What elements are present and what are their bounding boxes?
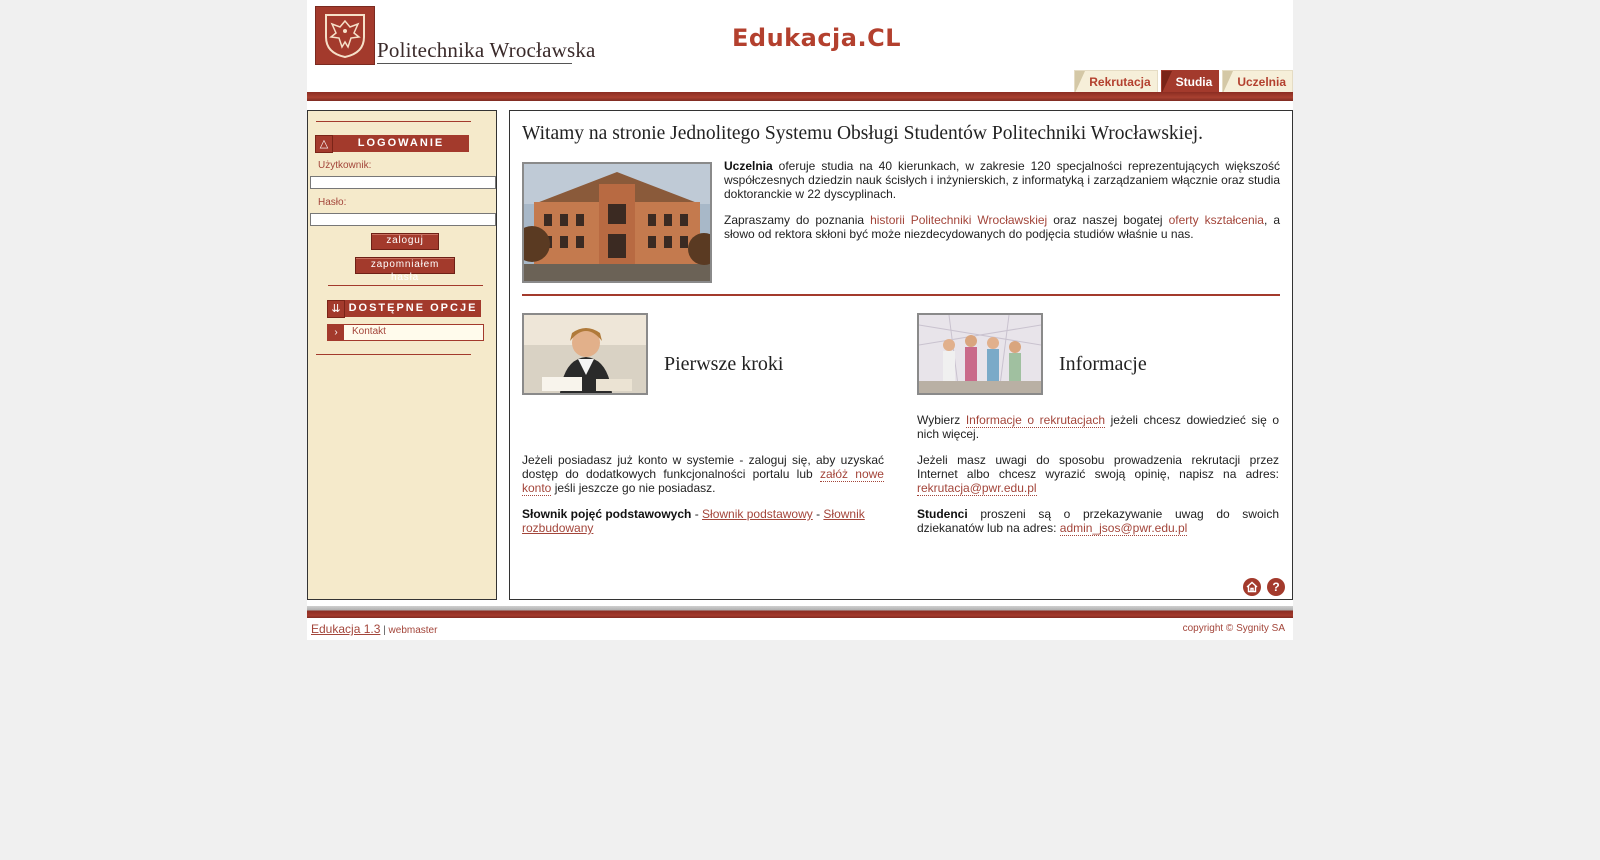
university-logo[interactable] [315,6,375,65]
admin-email-link[interactable]: admin_jsos@pwr.edu.pl [1059,521,1188,536]
webmaster-link[interactable]: webmaster [389,625,438,636]
sidebar-item-kontakt[interactable]: › Kontakt [327,324,484,341]
user-icon: △ [315,135,333,153]
chevron-right-icon: › [328,325,344,340]
intro-bold: Uczelnia [724,159,773,173]
sidebar-divider [316,354,471,355]
glossary-separator: - [812,507,824,521]
footer-separator: | [380,625,389,636]
main-tabs: Rekrutacja Studia Uczelnia [1074,70,1293,93]
username-label: Użytkownik: [318,160,372,171]
students-paragraph: Studenci proszeni są o przekazywanie uwa… [917,507,1279,536]
help-icon[interactable]: ? [1267,578,1285,596]
recruitment-info-paragraph: Wybierz Informacje o rekrutacjach jeżeli… [917,413,1279,441]
intro-paragraph: Uczelnia oferuje studia na 40 kierunkach… [724,159,1280,201]
invite-paragraph: Zapraszamy do poznania historii Politech… [724,213,1280,241]
info-title: Informacje [1059,353,1147,375]
students-bold: Studenci [917,507,968,521]
glossary-paragraph: Słownik pojęć podstawowych - Słownik pod… [522,507,884,535]
university-name-underline [377,63,572,64]
page-container: Politechnika Wrocławska Edukacja.CL Rekr… [307,0,1293,640]
login-button[interactable]: zaloguj [371,233,439,250]
main-content: Witamy na stronie Jednolitego Systemu Ob… [509,110,1293,600]
invite-mid: oraz naszej bogatej [1047,213,1169,227]
university-building-photo [522,162,712,283]
sidebar-divider [328,285,483,286]
invite-pre: Zapraszamy do poznania [724,213,871,227]
password-label: Hasło: [318,197,347,208]
feedback-text: Jeżeli masz uwagi do sposobu prowadzenia… [917,453,1279,481]
recruitment-info-link[interactable]: Informacje o rekrutacjach [965,413,1106,428]
app-version-link[interactable]: Edukacja 1.3 [311,622,380,636]
students-group-photo [917,313,1043,395]
sidebar-item-label: Kontakt [352,326,386,337]
tab-studia[interactable]: Studia [1160,70,1220,93]
glossary-separator: - [691,507,703,521]
sidebar-divider [316,121,471,122]
password-input[interactable] [310,213,496,226]
first-steps-title: Pierwsze kroki [664,353,784,375]
student-photo [522,313,648,395]
basic-glossary-link[interactable]: Słownik podstawowy [702,507,813,521]
education-offer-link[interactable]: oferty kształcenia [1169,213,1264,227]
tab-uczelnia[interactable]: Uczelnia [1222,70,1293,93]
first-steps-post: jeśli jeszcze go nie posiadasz. [551,481,716,495]
history-link[interactable]: historii Politechniki Wrocławskiej [870,213,1047,227]
header-divider-bar [307,92,1293,101]
login-header: LOGOWANIE [333,135,469,152]
section-divider [522,294,1280,296]
intro-text: oferuje studia na 40 kierunkach, w zakre… [724,159,1280,201]
footer-left: Edukacja 1.3 | webmaster [311,622,437,636]
page-title: Witamy na stronie Jednolitego Systemu Ob… [522,123,1204,144]
info-text: Wybierz [917,413,966,427]
first-steps-paragraph: Jeżeli posiadasz już konto w systemie - … [522,453,884,496]
brand-title: Edukacja.CL [732,24,901,52]
glossary-title: Słownik pojęć podstawowych [522,507,692,521]
copyright-text[interactable]: copyright © Sygnity SA [1183,623,1285,634]
sidebar: △ LOGOWANIE Użytkownik: Hasło: zaloguj z… [307,110,497,600]
eagle-emblem-icon [325,14,365,59]
double-chevron-down-icon: ⇊ [327,300,345,318]
home-icon[interactable] [1243,578,1261,596]
username-input[interactable] [310,176,496,189]
forgot-password-button[interactable]: zapomniałem hasła [355,257,455,283]
feedback-paragraph: Jeżeli masz uwagi do sposobu prowadzenia… [917,453,1279,496]
tab-rekrutacja[interactable]: Rekrutacja [1074,70,1158,93]
footer-divider-bar [307,606,1293,618]
university-name: Politechnika Wrocławska [377,38,596,62]
options-header: DOSTĘPNE OPCJE [345,300,481,317]
recruitment-email-link[interactable]: rekrutacja@pwr.edu.pl [917,481,1037,496]
